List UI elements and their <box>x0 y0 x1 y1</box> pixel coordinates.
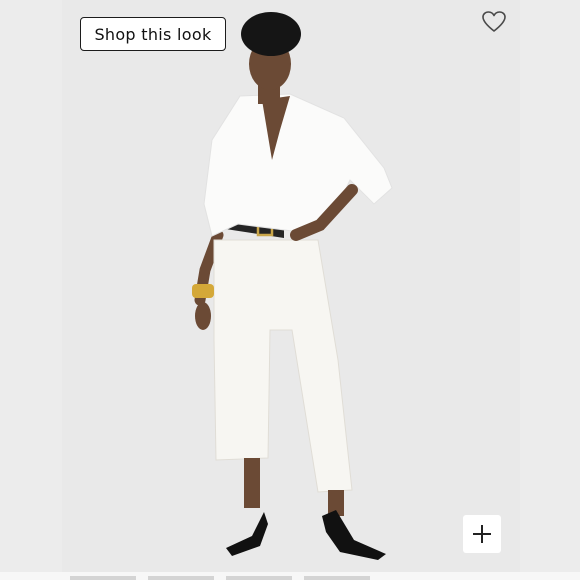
plus-icon <box>473 525 491 543</box>
zoom-button[interactable] <box>463 515 501 553</box>
shop-this-look-button[interactable]: Shop this look <box>80 17 226 51</box>
heart-icon[interactable] <box>481 10 507 34</box>
left-side-panel <box>0 0 62 580</box>
right-side-panel <box>520 0 580 580</box>
thumbnail-3[interactable] <box>226 576 292 580</box>
thumbnail-2[interactable] <box>148 576 214 580</box>
product-photo <box>62 0 520 572</box>
thumbnail-1[interactable] <box>70 576 136 580</box>
model-illustration <box>192 12 393 560</box>
thumbnail-4[interactable] <box>304 576 370 580</box>
shop-this-look-label: Shop this look <box>94 24 212 44</box>
